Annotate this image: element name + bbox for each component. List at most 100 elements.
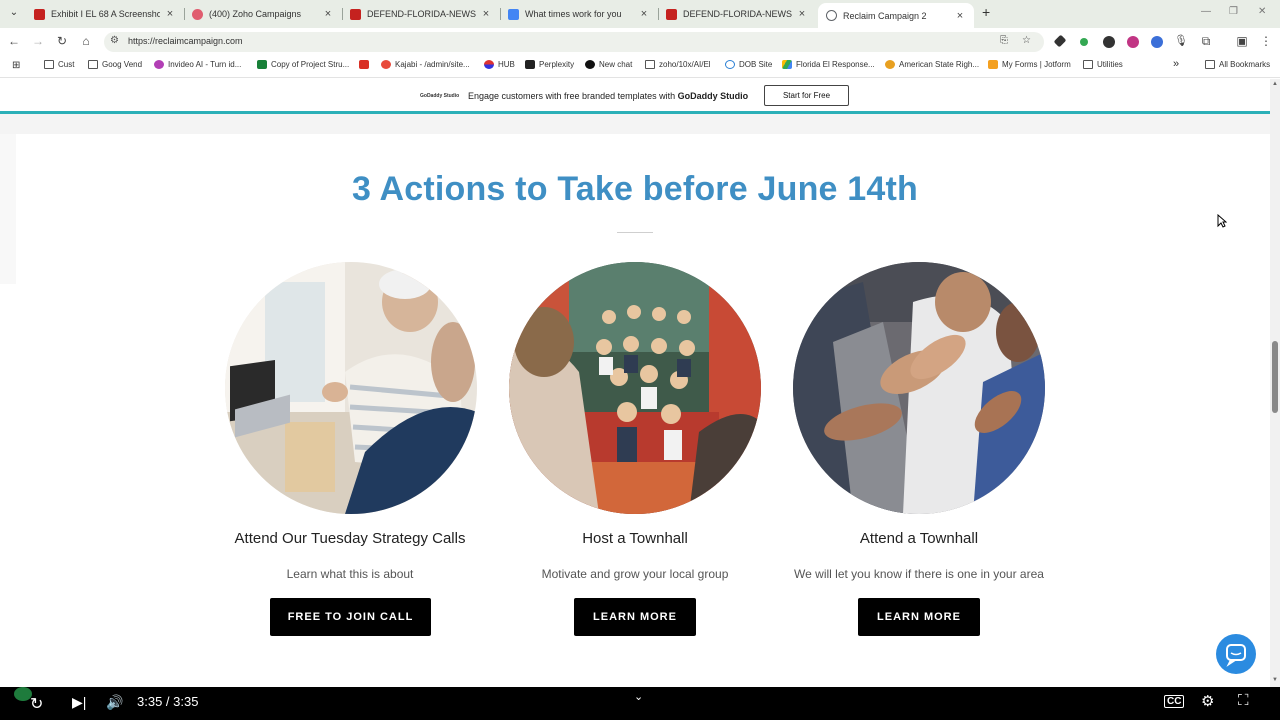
folder-icon: [44, 60, 54, 69]
tab-5-active[interactable]: Reclaim Campaign 2 ×: [818, 3, 974, 28]
restore-icon[interactable]: ❐: [1229, 6, 1238, 17]
bookmark-item[interactable]: Cust: [44, 60, 74, 69]
bookmark-item[interactable]: DOB Site: [725, 60, 772, 69]
extension-dark-icon[interactable]: [1103, 36, 1115, 48]
scroll-thumb[interactable]: [1272, 341, 1278, 413]
bookmark-item[interactable]: HUB: [484, 60, 515, 69]
page-scrollbar[interactable]: ▲ ▼: [1270, 79, 1280, 687]
bookmark-label: HUB: [498, 60, 515, 69]
calendar-icon: [508, 8, 519, 20]
site-info-icon[interactable]: ⚙: [110, 35, 119, 46]
tab-1[interactable]: (400) Zoho Campaigns ×: [184, 3, 342, 25]
bookmark-item[interactable]: American State Righ...: [885, 60, 979, 69]
volume-icon[interactable]: 🔊: [106, 694, 123, 711]
microphone-icon[interactable]: 🎙: [1173, 34, 1189, 47]
promo-banner: GoDaddy Studio Engage customers with fre…: [0, 79, 1270, 113]
bookmarks-overflow-icon[interactable]: »: [1173, 58, 1179, 70]
tab-title: DEFEND-FLORIDA-NEWSLETTE: [367, 9, 476, 19]
reload-icon[interactable]: ↻: [54, 34, 70, 48]
extension-green-icon[interactable]: [1080, 38, 1088, 46]
close-icon[interactable]: ×: [164, 8, 176, 20]
captions-icon[interactable]: CC: [1164, 695, 1185, 708]
bookmark-item[interactable]: Utilities: [1083, 60, 1123, 69]
address-bar[interactable]: ⚙ https://reclaimcampaign.com ⎘ ☆: [104, 32, 1044, 52]
mouse-cursor-icon: [1217, 213, 1228, 231]
browser-menu-icon[interactable]: ⋮: [1258, 34, 1274, 48]
bookmark-label: Cust: [58, 60, 75, 69]
folder-icon: [1205, 60, 1215, 69]
bookmark-label: New chat: [599, 60, 633, 69]
card-description: We will let you know if there is one in …: [794, 567, 1044, 581]
exit-fullscreen-icon[interactable]: ⛶: [1238, 692, 1249, 709]
bookmark-label: Florida El Response...: [796, 60, 875, 69]
learn-more-button[interactable]: LEARN MORE: [574, 598, 696, 636]
forward-icon[interactable]: →: [30, 34, 46, 48]
all-bookmarks[interactable]: All Bookmarks: [1205, 60, 1270, 69]
home-icon[interactable]: ⌂: [78, 34, 94, 48]
bookmark-item[interactable]: Perplexity: [525, 60, 574, 69]
tab-4[interactable]: DEFEND-FLORIDA-NEWSLETTE ×: [658, 3, 816, 25]
invideo-icon: [154, 60, 164, 69]
chevron-down-icon[interactable]: ⌄: [634, 690, 643, 703]
settings-gear-icon[interactable]: ⚙: [1201, 692, 1214, 710]
extension-camera-icon[interactable]: [1127, 36, 1139, 48]
bookmark-item[interactable]: My Forms | Jotform: [988, 60, 1071, 69]
section-headline: 3 Actions to Take before June 14th: [351, 170, 919, 208]
url-text[interactable]: https://reclaimcampaign.com: [128, 36, 243, 46]
next-icon[interactable]: ▶|: [72, 694, 86, 711]
close-icon[interactable]: ×: [638, 8, 650, 20]
bookmark-item[interactable]: Kajabi - /admin/site...: [381, 60, 470, 69]
close-icon[interactable]: ×: [322, 8, 334, 20]
start-for-free-button[interactable]: Start for Free: [764, 85, 849, 106]
tab-3[interactable]: What times work for you ×: [500, 3, 658, 25]
apps-grid-icon[interactable]: ⊞: [12, 60, 20, 71]
bookmark-label: My Forms | Jotform: [1002, 60, 1071, 69]
bookmark-star-icon[interactable]: ☆: [1022, 35, 1031, 46]
extensions-puzzle-icon[interactable]: ⧉: [1198, 34, 1214, 49]
profile-icon[interactable]: ▣: [1234, 34, 1250, 48]
tab-2[interactable]: DEFEND-FLORIDA-NEWSLETTE ×: [342, 3, 500, 25]
install-app-icon[interactable]: ⎘: [1000, 35, 1008, 46]
close-icon[interactable]: ×: [480, 8, 492, 20]
bookmark-item[interactable]: New chat: [585, 60, 632, 69]
applause-photo: [793, 262, 1045, 514]
bookmark-item[interactable]: Invideo AI - Turn id...: [154, 60, 241, 69]
new-tab-icon[interactable]: +: [982, 4, 990, 20]
learn-more-button[interactable]: LEARN MORE: [858, 598, 980, 636]
bookmark-item[interactable]: Copy of Project Stru...: [257, 60, 349, 69]
tab-title: DEFEND-FLORIDA-NEWSLETTE: [683, 9, 792, 19]
bm-icon: [359, 60, 369, 69]
headline-divider: [617, 232, 653, 233]
minimize-icon[interactable]: —: [1201, 6, 1211, 17]
bookmark-label: Perplexity: [539, 60, 575, 69]
chat-widget-button[interactable]: [1216, 634, 1256, 674]
bookmark-label: zoho/10x/AI/El: [659, 60, 711, 69]
bookmark-item[interactable]: [359, 60, 373, 69]
bookmark-label: Invideo AI - Turn id...: [168, 60, 242, 69]
free-to-join-call-button[interactable]: FREE TO JOIN CALL: [270, 598, 431, 636]
back-icon[interactable]: ←: [6, 34, 22, 48]
tab-title: (400) Zoho Campaigns: [209, 9, 302, 19]
bookmark-item[interactable]: Florida El Response...: [782, 60, 875, 69]
bookmark-label: Utilities: [1097, 60, 1123, 69]
close-icon[interactable]: ×: [796, 8, 808, 20]
tab-0[interactable]: Exhibit I EL 68 A Screenshots (4 ×: [26, 3, 184, 25]
globe-icon: [725, 60, 735, 69]
scroll-down-icon[interactable]: ▼: [1272, 677, 1278, 683]
card-description: Learn what this is about: [286, 567, 414, 581]
bookmark-label: Copy of Project Stru...: [271, 60, 350, 69]
bookmark-item[interactable]: Goog Vend: [88, 60, 142, 69]
close-icon[interactable]: ×: [954, 10, 966, 22]
bookmark-label: DOB Site: [739, 60, 773, 69]
bookmark-item[interactable]: zoho/10x/AI/El: [645, 60, 711, 69]
window-close-icon[interactable]: ✕: [1258, 6, 1266, 17]
replay-icon[interactable]: ↻: [30, 694, 43, 714]
bookmarks-bar: ⊞ Cust Goog Vend Invideo AI - Turn id...…: [0, 56, 1280, 78]
scroll-up-icon[interactable]: ▲: [1272, 81, 1278, 87]
townhall-audience-photo: [509, 262, 761, 514]
eyedropper-icon[interactable]: [1053, 34, 1067, 48]
extension-blue-icon[interactable]: [1151, 36, 1163, 48]
section-band: [0, 114, 1270, 134]
tab-search-icon[interactable]: ⌄: [6, 5, 22, 21]
tab-title: What times work for you: [525, 9, 622, 19]
